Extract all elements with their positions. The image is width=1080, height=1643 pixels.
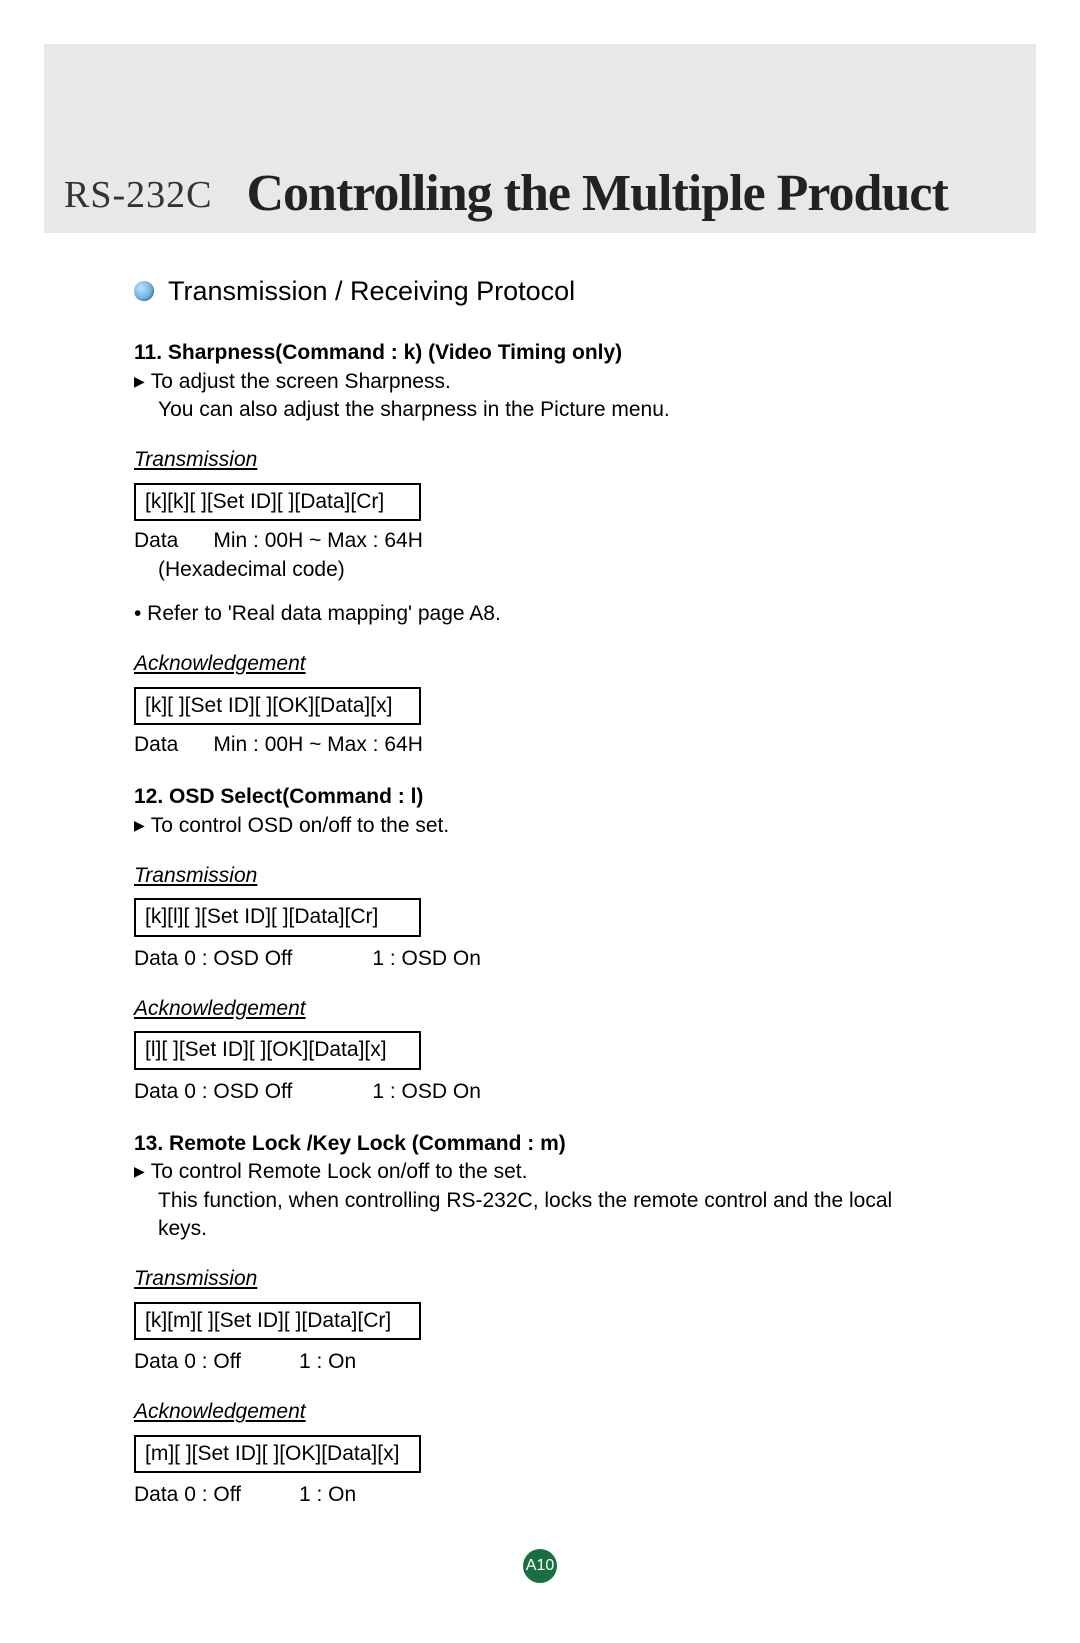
- cmd13-title: 13. Remote Lock /Key Lock (Command : m): [134, 1130, 946, 1158]
- cmd13-trans-data-a: Data 0 : Off: [134, 1348, 241, 1376]
- cmd11-trans-label: Transmission: [134, 446, 946, 474]
- cmd12-title: 12. OSD Select(Command : l): [134, 783, 946, 811]
- cmd11-trans-box: [k][k][ ][Set ID][ ][Data][Cr]: [134, 483, 421, 521]
- cmd11-title: 11. Sharpness(Command : k) (Video Timing…: [134, 339, 946, 367]
- cmd13-desc1: To control Remote Lock on/off to the set…: [134, 1158, 946, 1186]
- ack-data-label: Data: [134, 733, 178, 756]
- cmd11-ack-box: [k][ ][Set ID][ ][OK][Data][x]: [134, 687, 421, 725]
- trans-data-label: Data: [134, 529, 178, 552]
- bullet-icon: [134, 281, 154, 301]
- cmd12-ack-label: Acknowledgement: [134, 995, 946, 1023]
- page-header: RS-232C Controlling the Multiple Product: [44, 44, 1036, 233]
- cmd12-desc1: To control OSD on/off to the set.: [134, 812, 946, 840]
- header-sub: RS-232C: [64, 173, 212, 223]
- section-title-row: Transmission / Receiving Protocol: [134, 273, 946, 309]
- cmd13-ack-data-b: 1 : On: [299, 1481, 356, 1509]
- cmd12-trans-data-b: 1 : OSD On: [372, 945, 481, 973]
- cmd11-trans-hex: (Hexadecimal code): [158, 556, 946, 584]
- header-main: Controlling the Multiple Product: [246, 164, 947, 223]
- cmd13-trans-label: Transmission: [134, 1265, 946, 1293]
- cmd12-trans-data-a: Data 0 : OSD Off: [134, 945, 292, 973]
- cmd12-ack-data-b: 1 : OSD On: [372, 1078, 481, 1106]
- cmd11-trans-data: Data Min : 00H ~ Max : 64H: [134, 527, 946, 555]
- cmd12-ack-data-a: Data 0 : OSD Off: [134, 1078, 292, 1106]
- cmd11-desc2: You can also adjust the sharpness in the…: [158, 396, 946, 424]
- content-body: Transmission / Receiving Protocol 11. Sh…: [44, 273, 1036, 1509]
- cmd13-trans-data-b: 1 : On: [299, 1348, 356, 1376]
- cmd13-ack-data: Data 0 : Off 1 : On: [134, 1481, 946, 1509]
- cmd13-desc2: This function, when controlling RS-232C,…: [158, 1187, 946, 1244]
- cmd12-trans-data: Data 0 : OSD Off 1 : OSD On: [134, 945, 946, 973]
- page: RS-232C Controlling the Multiple Product…: [0, 0, 1080, 1643]
- cmd11-desc1: To adjust the screen Sharpness.: [134, 368, 946, 396]
- cmd11-ack-label: Acknowledgement: [134, 650, 946, 678]
- cmd13-trans-data: Data 0 : Off 1 : On: [134, 1348, 946, 1376]
- cmd11-ack-data: Data Min : 00H ~ Max : 64H: [134, 731, 946, 759]
- cmd12-trans-label: Transmission: [134, 862, 946, 890]
- cmd13-trans-box: [k][m][ ][Set ID][ ][Data][Cr]: [134, 1302, 421, 1340]
- section-title: Transmission / Receiving Protocol: [168, 273, 575, 309]
- ack-data-val: Min : 00H ~ Max : 64H: [213, 733, 423, 756]
- cmd13-ack-data-a: Data 0 : Off: [134, 1481, 241, 1509]
- cmd12-ack-data: Data 0 : OSD Off 1 : OSD On: [134, 1078, 946, 1106]
- cmd12-trans-box: [k][l][ ][Set ID][ ][Data][Cr]: [134, 898, 421, 936]
- cmd13-ack-box: [m][ ][Set ID][ ][OK][Data][x]: [134, 1435, 421, 1473]
- cmd13-ack-label: Acknowledgement: [134, 1398, 946, 1426]
- cmd12-ack-box: [l][ ][Set ID][ ][OK][Data][x]: [134, 1031, 421, 1069]
- page-number-badge: A10: [523, 1549, 557, 1583]
- trans-data-val: Min : 00H ~ Max : 64H: [213, 529, 423, 552]
- cmd11-refer: • Refer to 'Real data mapping' page A8.: [134, 600, 946, 628]
